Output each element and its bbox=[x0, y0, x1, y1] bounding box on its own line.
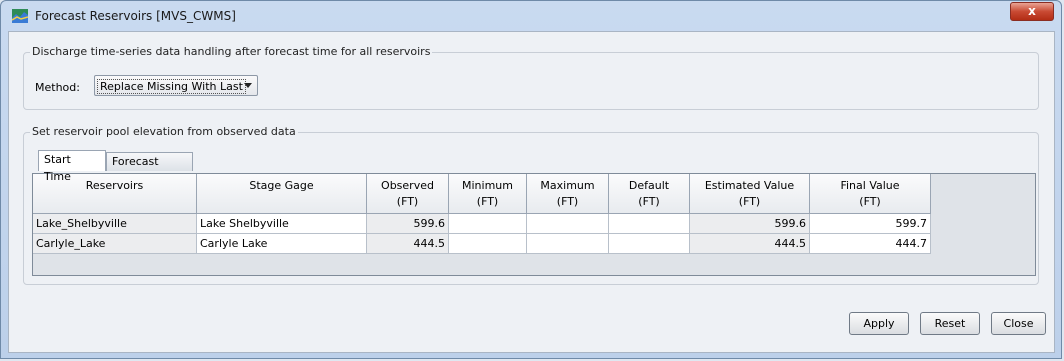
chevron-down-icon bbox=[244, 83, 252, 88]
window-title: Forecast Reservoirs [MVS_CWMS] bbox=[35, 9, 236, 23]
cell-final-value[interactable]: 599.7 bbox=[810, 214, 931, 234]
cell-reservoir[interactable]: Carlyle_Lake bbox=[33, 234, 197, 254]
method-selected-value: Replace Missing With Last bbox=[97, 79, 246, 94]
header-stage-gage[interactable]: Stage Gage bbox=[197, 174, 367, 214]
pool-elevation-group-title: Set reservoir pool elevation from observ… bbox=[30, 125, 298, 138]
cell-observed[interactable]: 444.5 bbox=[367, 234, 449, 254]
forecast-reservoirs-window: Forecast Reservoirs [MVS_CWMS] x Dischar… bbox=[0, 0, 1062, 359]
cell-stage-gage[interactable]: Carlyle Lake bbox=[197, 234, 367, 254]
cell-default[interactable] bbox=[609, 214, 690, 234]
cell-stage-gage[interactable]: Lake Shelbyville bbox=[197, 214, 367, 234]
tab-forecast-time[interactable]: Forecast Time bbox=[106, 152, 193, 185]
cell-minimum[interactable] bbox=[449, 234, 527, 254]
method-select[interactable]: Replace Missing With Last bbox=[94, 75, 258, 96]
header-estimated-value[interactable]: Estimated Value (FT) bbox=[690, 174, 810, 214]
reset-button[interactable]: Reset bbox=[920, 312, 980, 335]
method-label: Method: bbox=[35, 81, 80, 94]
header-default[interactable]: Default (FT) bbox=[609, 174, 690, 214]
title-bar[interactable]: Forecast Reservoirs [MVS_CWMS] x bbox=[1, 1, 1061, 31]
tab-start-time[interactable]: Start Time bbox=[38, 150, 106, 183]
discharge-group-title: Discharge time-series data handling afte… bbox=[30, 45, 433, 58]
cell-default[interactable] bbox=[609, 234, 690, 254]
header-final-value[interactable]: Final Value (FT) bbox=[810, 174, 931, 214]
header-observed[interactable]: Observed (FT) bbox=[367, 174, 449, 214]
window-close-button[interactable]: x bbox=[1010, 2, 1054, 21]
cell-reservoir[interactable]: Lake_Shelbyville bbox=[33, 214, 197, 234]
close-icon: x bbox=[1028, 4, 1036, 18]
cell-estimated-value[interactable]: 599.6 bbox=[690, 214, 810, 234]
header-minimum[interactable]: Minimum (FT) bbox=[449, 174, 527, 214]
cell-maximum[interactable] bbox=[527, 234, 609, 254]
header-maximum[interactable]: Maximum (FT) bbox=[527, 174, 609, 214]
reservoir-table: Reservoirs Stage Gage Observed (FT) Minim… bbox=[32, 173, 1036, 276]
cell-estimated-value[interactable]: 444.5 bbox=[690, 234, 810, 254]
cell-observed[interactable]: 599.6 bbox=[367, 214, 449, 234]
cell-final-value[interactable]: 444.7 bbox=[810, 234, 931, 254]
tab-start-time-label: Start Time bbox=[44, 153, 71, 183]
cell-maximum[interactable] bbox=[527, 214, 609, 234]
close-button[interactable]: Close bbox=[991, 312, 1046, 335]
apply-button[interactable]: Apply bbox=[849, 312, 909, 335]
cell-minimum[interactable] bbox=[449, 214, 527, 234]
cwms-app-icon bbox=[12, 9, 28, 23]
